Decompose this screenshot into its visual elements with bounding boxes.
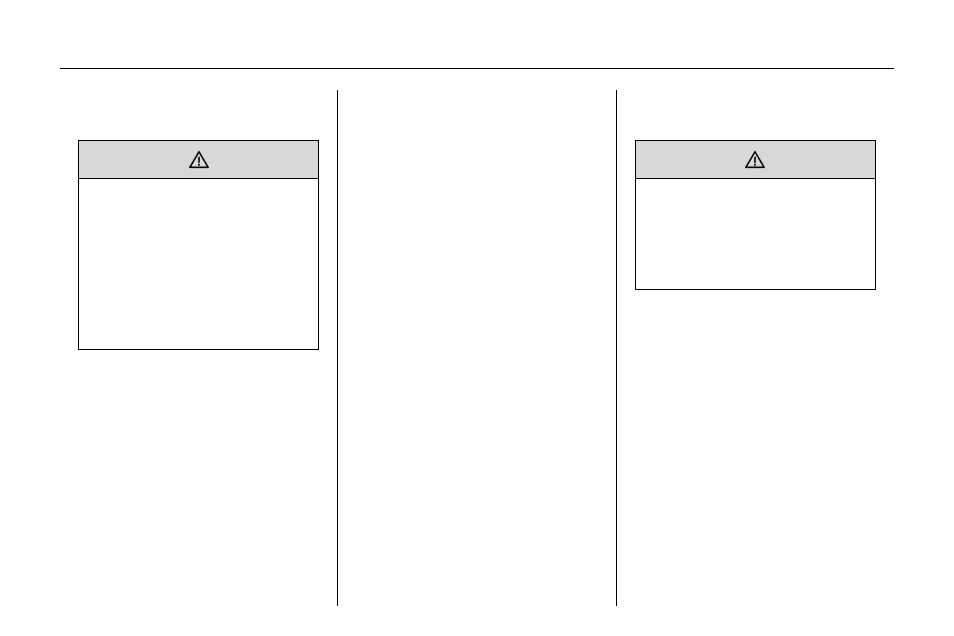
warning-triangle-icon — [188, 149, 210, 171]
warning-body-left — [79, 179, 318, 349]
column-middle — [337, 90, 615, 606]
column-container — [60, 90, 894, 606]
warning-header-left — [79, 141, 318, 179]
horizontal-rule — [60, 68, 894, 69]
warning-box-left — [78, 140, 319, 350]
warning-body-right — [636, 179, 875, 289]
warning-header-right — [636, 141, 875, 179]
column-left — [60, 90, 337, 606]
warning-triangle-icon — [744, 149, 766, 171]
warning-box-right — [635, 140, 876, 290]
column-right — [616, 90, 894, 606]
